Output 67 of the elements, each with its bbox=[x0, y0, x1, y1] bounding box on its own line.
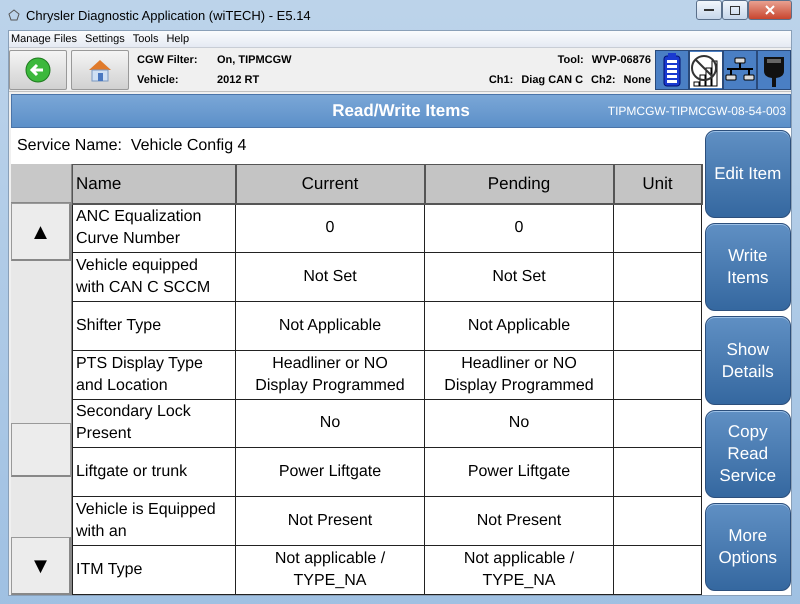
table-cell: ITM Type bbox=[72, 546, 236, 594]
menu-item[interactable]: Help bbox=[166, 33, 190, 45]
table-cell: Secondary Lock Present bbox=[72, 399, 236, 448]
table-cell: Headliner or NO Display Programmed bbox=[236, 350, 424, 399]
service-code: TIPMCGW-TIPMCGW-08-54-003 bbox=[608, 104, 786, 118]
signal-icon bbox=[689, 50, 723, 90]
screen-title: Read/Write Items bbox=[332, 101, 470, 121]
action-button[interactable]: Copy Read Service bbox=[704, 410, 791, 498]
info-label: Vehicle: bbox=[137, 74, 180, 86]
table-cell: No bbox=[424, 399, 614, 448]
action-button[interactable]: Edit Item bbox=[704, 130, 791, 218]
table-cell: Liftgate or trunk bbox=[72, 448, 236, 497]
scroll-thumb[interactable] bbox=[11, 423, 71, 477]
service-name: Service Name: Vehicle Config 4 bbox=[16, 136, 248, 156]
table-cell: No bbox=[236, 399, 424, 448]
maximize-button[interactable] bbox=[722, 0, 748, 20]
back-button[interactable] bbox=[9, 50, 67, 90]
table-cell: Not Applicable bbox=[424, 301, 614, 350]
table-cell: 0 bbox=[424, 204, 614, 252]
info-label: Tool: bbox=[558, 54, 584, 66]
column-header: Current bbox=[236, 164, 424, 204]
info-value: On, TIPMCGW bbox=[217, 54, 292, 66]
table-cell: Not Present bbox=[424, 496, 614, 546]
battery-icon bbox=[655, 50, 689, 90]
table-cell: Not Applicable bbox=[236, 301, 424, 350]
close-icon bbox=[765, 5, 775, 15]
connector-icon bbox=[757, 50, 791, 90]
window-icon bbox=[8, 9, 20, 21]
minimize-button[interactable] bbox=[696, 0, 722, 20]
info-label: Ch1: bbox=[488, 74, 514, 86]
scroll-down-button[interactable]: ▼ bbox=[11, 537, 71, 595]
table-cell: Not Set bbox=[236, 252, 424, 302]
minimize-icon bbox=[704, 8, 714, 12]
table-cell: Power Liftgate bbox=[236, 448, 424, 497]
info-value: WVP-06876 bbox=[592, 54, 651, 66]
table-cell: Not applicable / TYPE_NA bbox=[424, 546, 614, 594]
table-cell: 0 bbox=[236, 204, 424, 252]
column-header: Name bbox=[72, 164, 236, 204]
info-label: Ch2: bbox=[591, 74, 616, 86]
info-value: 2012 RT bbox=[217, 74, 260, 86]
action-button[interactable]: Write Items bbox=[704, 223, 791, 312]
table-cell: ANC Equalization Curve Number bbox=[72, 204, 236, 252]
table-cell: Headliner or NO Display Programmed bbox=[424, 350, 614, 399]
info-label: CGW Filter: bbox=[137, 54, 198, 66]
table-cell: Vehicle equipped with CAN C SCCM bbox=[72, 252, 236, 302]
close-button[interactable] bbox=[748, 0, 792, 20]
table-cell: Not applicable / TYPE_NA bbox=[236, 546, 424, 594]
column-header: Pending bbox=[424, 164, 614, 204]
column-header: Unit bbox=[614, 164, 702, 204]
table-cell: Power Liftgate bbox=[424, 448, 614, 497]
info-value: Diag CAN C bbox=[521, 74, 584, 86]
action-button[interactable]: Show Details bbox=[704, 316, 791, 405]
table-cell: Vehicle is Equipped with an bbox=[72, 496, 236, 546]
maximize-icon bbox=[730, 6, 740, 14]
network-icon bbox=[723, 50, 757, 90]
home-button[interactable] bbox=[71, 50, 129, 90]
table-cell: PTS Display Type and Location bbox=[72, 350, 236, 399]
menu-item[interactable]: Settings bbox=[85, 33, 125, 45]
table-cell: Not Set bbox=[424, 252, 614, 302]
window-title: Chrysler Diagnostic Application (wiTECH) - E5.14 bbox=[26, 8, 312, 22]
table-cell: Not Present bbox=[236, 496, 424, 546]
menu-item[interactable]: Tools bbox=[132, 33, 158, 45]
info-value: None bbox=[624, 74, 651, 86]
action-button[interactable]: More Options bbox=[704, 502, 791, 592]
menu-item[interactable]: Manage Files bbox=[11, 33, 78, 45]
scroll-up-button[interactable]: ▲ bbox=[11, 203, 71, 261]
table-cell: Shifter Type bbox=[72, 301, 236, 350]
